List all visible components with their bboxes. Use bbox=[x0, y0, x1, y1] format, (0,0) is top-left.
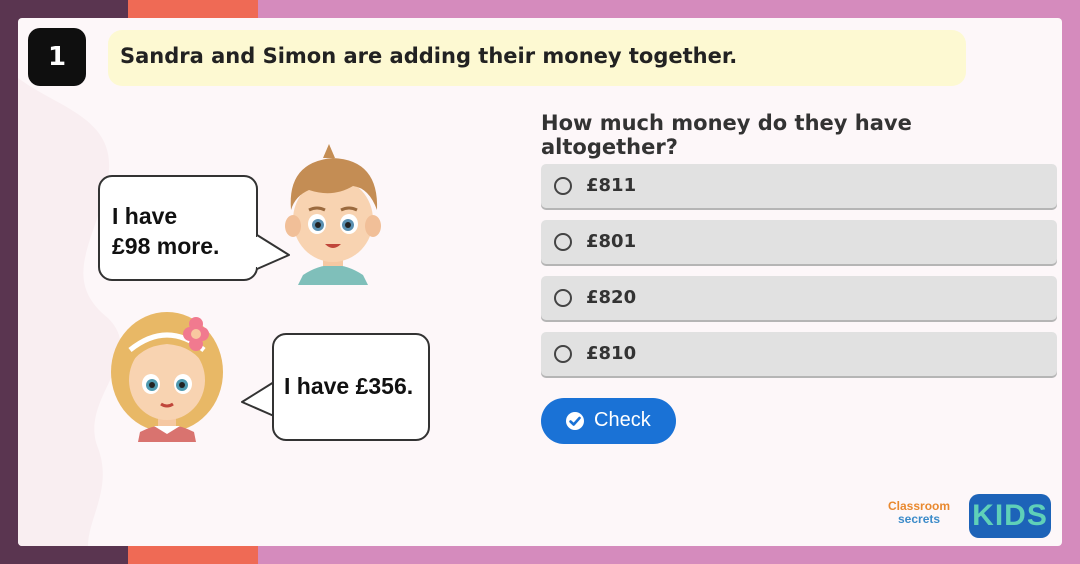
radio-icon[interactable] bbox=[554, 289, 572, 307]
option-4[interactable]: £810 bbox=[541, 332, 1057, 376]
sandra-speech-bubble: I have £356. bbox=[272, 333, 430, 441]
classroom-secrets-logo: Classroom secrets bbox=[888, 500, 968, 530]
logo-kids-text: KIDS bbox=[972, 499, 1048, 532]
sandra-avatar bbox=[111, 312, 223, 442]
option-label: £820 bbox=[586, 287, 637, 308]
check-circle-icon bbox=[566, 412, 584, 430]
question-card: 1 Sandra and Simon are adding their mone… bbox=[18, 18, 1062, 546]
option-3[interactable]: £820 bbox=[541, 276, 1057, 320]
simon-speech-line1: I have bbox=[112, 203, 178, 229]
radio-icon[interactable] bbox=[554, 177, 572, 195]
bubble-tail bbox=[241, 381, 276, 417]
radio-icon[interactable] bbox=[554, 345, 572, 363]
simon-speech-line2: £98 more. bbox=[112, 233, 220, 259]
option-label: £810 bbox=[586, 343, 637, 364]
card-wave-decoration bbox=[18, 78, 121, 546]
option-label: £811 bbox=[586, 175, 637, 196]
option-1[interactable]: £811 bbox=[541, 164, 1057, 208]
radio-icon[interactable] bbox=[554, 233, 572, 251]
simon-avatar bbox=[285, 144, 381, 285]
question-title: Sandra and Simon are adding their money … bbox=[108, 30, 966, 86]
kids-logo: KIDS bbox=[969, 494, 1051, 538]
check-button-label: Check bbox=[594, 409, 651, 431]
option-2[interactable]: £801 bbox=[541, 220, 1057, 264]
check-button[interactable]: Check bbox=[541, 398, 676, 444]
sandra-speech-text: I have £356. bbox=[284, 373, 414, 399]
logo-secrets-text: secrets bbox=[898, 512, 941, 526]
simon-speech-bubble: I have £98 more. bbox=[98, 175, 258, 281]
question-number: 1 bbox=[28, 28, 86, 86]
option-label: £801 bbox=[586, 231, 637, 252]
question-prompt: How much money do they have altogether? bbox=[541, 111, 912, 159]
